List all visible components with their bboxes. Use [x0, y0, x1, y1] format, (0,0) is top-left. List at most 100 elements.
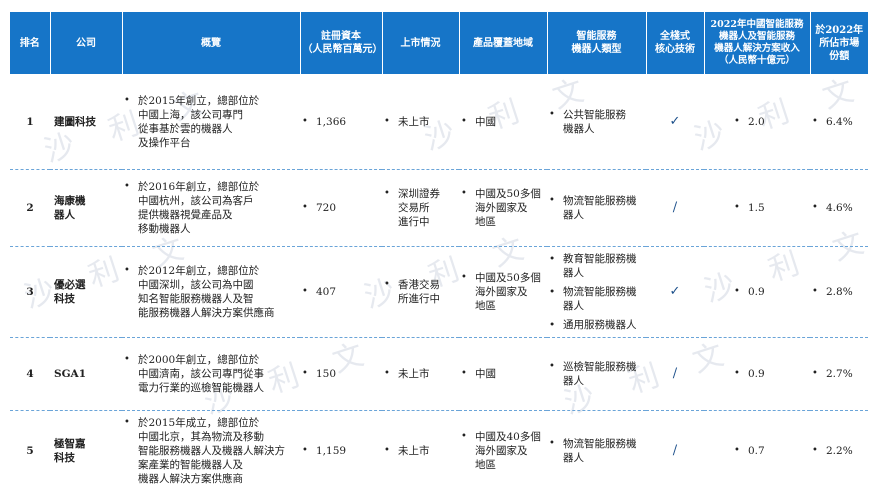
bullet: • [384, 445, 390, 456]
header-capital: 註冊資本 （人民幣百萬元） [299, 12, 383, 74]
robot-type-cell: • 物流智能服務機器人 [547, 169, 646, 247]
bullet: • [384, 188, 390, 199]
table-row: 5 極智嘉 科技 • 於2015年成立，總部位於 中國北京，其為物流及移動 智能服… [10, 411, 868, 491]
fullstack-mark: / [672, 366, 678, 381]
fullstack-cell: / [646, 411, 704, 491]
listing-status: 深圳證券 交易所 進行中 [398, 188, 440, 228]
listing-cell: • 未上市 [382, 337, 459, 411]
bullet: • [461, 431, 467, 442]
header-coverage: 產品覆蓋地域 [458, 12, 547, 74]
robot-type: 巡檢智能服務機器人 [563, 361, 637, 387]
overview-cell: • 於2015年成立，總部位於 中國北京，其為物流及移動 智能服務機器人及機器人解… [122, 411, 300, 491]
bullet: • [549, 195, 555, 206]
header-revenue: 2022年中國智能服務 機器人及智能服務 機器人解決方案收入 （人民幣十億元） [703, 12, 810, 74]
company-cell: 優必選 科技 [50, 246, 122, 338]
coverage-cell: • 中國及40多個 海外國家及 地區 [459, 411, 547, 491]
coverage-text: 中國及40多個 海外國家及 地區 [475, 431, 541, 471]
company-cell: SGA1 [50, 337, 122, 411]
bullet: • [549, 438, 555, 449]
listing-cell: • 深圳證券 交易所 進行中 [382, 169, 459, 247]
coverage-text: 中國及50多個 海外國家及 地區 [475, 272, 541, 312]
coverage-text: 中國 [475, 368, 496, 380]
bullet: • [461, 188, 467, 199]
overview-cell: • 於2015年創立，總部位於 中國上海，該公司專門 從事基於雲的機器人 及操作平… [122, 74, 300, 170]
bullet: • [384, 115, 390, 127]
robot-type: 公共智能服務 機器人 [563, 108, 626, 135]
capital-cell: • 720 [300, 169, 382, 247]
revenue-value: 1.5 [748, 202, 765, 214]
table-row: 1 建圖科技 • 於2015年創立，總部位於 中國上海，該公司專門 從事基於雲的機… [10, 74, 868, 170]
bullet: • [461, 115, 467, 127]
share-value: 6.4% [826, 115, 853, 128]
coverage-cell: • 中國 [459, 337, 547, 411]
table-header-row: 排名 公司 概覽 註冊資本 （人民幣百萬元） 上市情況 產品覆蓋地域 智能服務 … [10, 12, 868, 74]
robot-type: 通用服務機器人 [563, 319, 637, 331]
header-company: 公司 [49, 12, 122, 74]
share-cell: • 4.6% [810, 169, 868, 247]
overview-text: 於2015年創立，總部位於 中國上海，該公司專門 從事基於雲的機器人 及操作平台 [138, 94, 260, 149]
bullet: • [302, 286, 308, 297]
header-robot-type: 智能服務 機器人類型 [546, 12, 646, 74]
overview-text: 於2016年創立，總部位於 中國杭州，該公司為客戶 提供機器視覺產品及 移動機器… [138, 181, 260, 235]
bullet: • [124, 354, 130, 365]
bullet: • [302, 202, 308, 213]
fullstack-cell: / [646, 337, 704, 411]
revenue-value: 0.9 [748, 368, 765, 380]
bullet: • [461, 272, 467, 283]
fullstack-mark: ✓ [669, 113, 681, 129]
capital-cell: • 1,366 [300, 74, 382, 170]
robot-type: 物流智能服務機器人 [563, 195, 637, 221]
company-cell: 極智嘉 科技 [54, 438, 86, 464]
revenue-cell: • 2.0 [704, 74, 810, 170]
capital-cell: • 1,159 [300, 411, 382, 491]
robot-type-cell: • 教育智能服務機器人 • 物流智能服務機器人 • 通用服務機器人 [547, 246, 646, 338]
listing-status: 香港交易 所進行中 [398, 279, 440, 305]
capital-cell: • 150 [300, 337, 382, 411]
rank-cell: 4 [10, 337, 50, 411]
capital-value: 720 [316, 202, 337, 214]
header-overview: 概覽 [121, 12, 300, 74]
rank-cell: 1 [10, 74, 50, 170]
revenue-cell: • 1.5 [704, 169, 810, 247]
header-share: 於2022年 所佔市場 份額 [809, 12, 868, 74]
listing-cell: • 未上市 [382, 74, 459, 170]
capital-value: 1,159 [316, 445, 347, 457]
rank-cell: 3 [10, 246, 50, 338]
share-cell: • 6.4% [810, 74, 868, 170]
rank-cell: 2 [10, 169, 50, 247]
robot-type-cell: • 巡檢智能服務機器人 [547, 337, 646, 411]
overview-text: 於2000年創立，總部位於 中國濟南，該公司專門從事 電力行業的巡檢智能機器人 [138, 354, 264, 394]
listing-cell: • 香港交易 所進行中 [382, 246, 459, 338]
header-rank: 排名 [10, 12, 50, 74]
company-cell: 建圖科技 [50, 74, 122, 170]
bullet: • [384, 279, 390, 290]
fullstack-mark: ✓ [669, 284, 681, 299]
robot-type: 教育智能服務機器人 [563, 253, 637, 279]
bullet: • [461, 368, 467, 379]
competitor-ranking-table: 排名 公司 概覽 註冊資本 （人民幣百萬元） 上市情況 產品覆蓋地域 智能服務 … [10, 12, 868, 491]
robot-type: 物流智能服務機器人 [563, 438, 637, 464]
coverage-cell: • 中國 [459, 74, 547, 170]
fullstack-cell: ✓ [646, 74, 704, 170]
robot-type: 物流智能服務機器人 [563, 286, 637, 312]
rank-cell: 5 [26, 445, 34, 457]
coverage-cell: • 中國及50多個 海外國家及 地區 [459, 246, 547, 338]
share-cell: • 2.7% [810, 337, 868, 411]
listing-cell: • 未上市 [382, 411, 459, 491]
fullstack-mark: / [672, 443, 678, 458]
capital-value: 150 [316, 368, 337, 380]
listing-status: 未上市 [398, 115, 430, 128]
robot-type-cell: • 公共智能服務 機器人 [547, 74, 646, 170]
revenue-cell: • 0.7 [704, 411, 810, 491]
bullet: • [302, 115, 308, 127]
overview-cell: • 於2016年創立，總部位於 中國杭州，該公司為客戶 提供機器視覺產品及 移動機… [122, 169, 300, 247]
revenue-cell: • 0.9 [704, 337, 810, 411]
bullet: • [124, 181, 130, 192]
share-value: 2.7% [826, 368, 853, 380]
listing-status: 未上市 [398, 368, 430, 380]
share-value: 4.6% [826, 202, 853, 214]
bullet: • [302, 445, 308, 456]
table-row: 2 海康機 器人 • 於2016年創立，總部位於 中國杭州，該公司為客戶 提供機器… [10, 169, 868, 247]
bullet: • [124, 417, 130, 428]
fullstack-cell: ✓ [646, 246, 704, 338]
